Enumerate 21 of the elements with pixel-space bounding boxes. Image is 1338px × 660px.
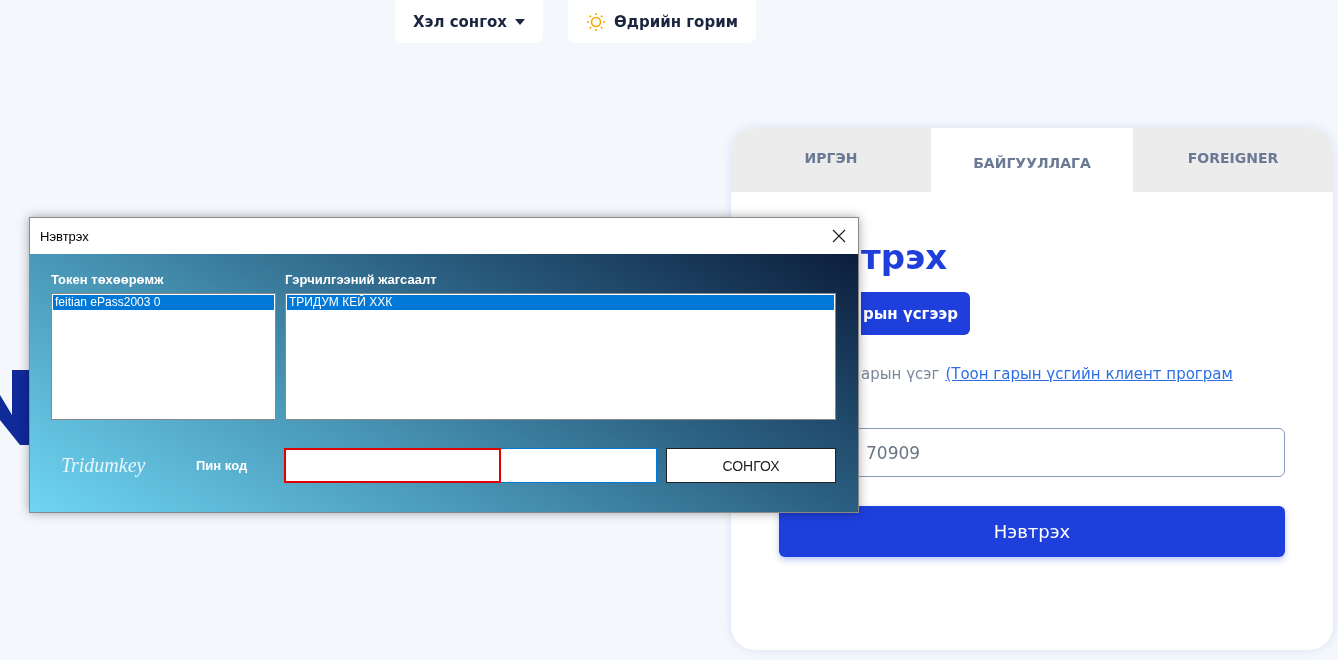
token-item[interactable]: feitian ePass2003 0 [53, 295, 274, 310]
token-label: Токен төхөөрөмж [51, 272, 165, 287]
select-button[interactable]: СОНГОХ [666, 448, 836, 483]
certificate-item[interactable]: ТРИДУМ КЕЙ ХХК [287, 295, 834, 310]
tab[interactable]: FOREIGNER [1133, 128, 1333, 192]
hint-text: арын үсэг [861, 365, 940, 383]
theme-button[interactable]: Өдрийн горим [568, 0, 756, 43]
language-dropdown[interactable]: Хэл сонгох [395, 0, 544, 43]
pin-label: Пин код [196, 458, 249, 473]
tab[interactable]: ИРГЭН [731, 128, 931, 192]
signature-login-button[interactable]: рын үсгээр [861, 292, 970, 335]
login-button[interactable]: Нэвтрэх [779, 506, 1285, 557]
caret-icon [515, 18, 526, 25]
close-button[interactable] [830, 227, 848, 245]
client-program-link[interactable]: (Тоон гарын үсгийн клиент програм [945, 365, 1233, 383]
login-title: трэх [861, 236, 949, 279]
brand-logo: Tridumkey [61, 454, 147, 477]
sun-icon [586, 11, 607, 32]
dialog-title: Нэвтрэх [40, 228, 89, 244]
pin-field[interactable] [284, 448, 657, 483]
certificate-label: Гэрчилгээний жагсаалт [285, 272, 438, 287]
